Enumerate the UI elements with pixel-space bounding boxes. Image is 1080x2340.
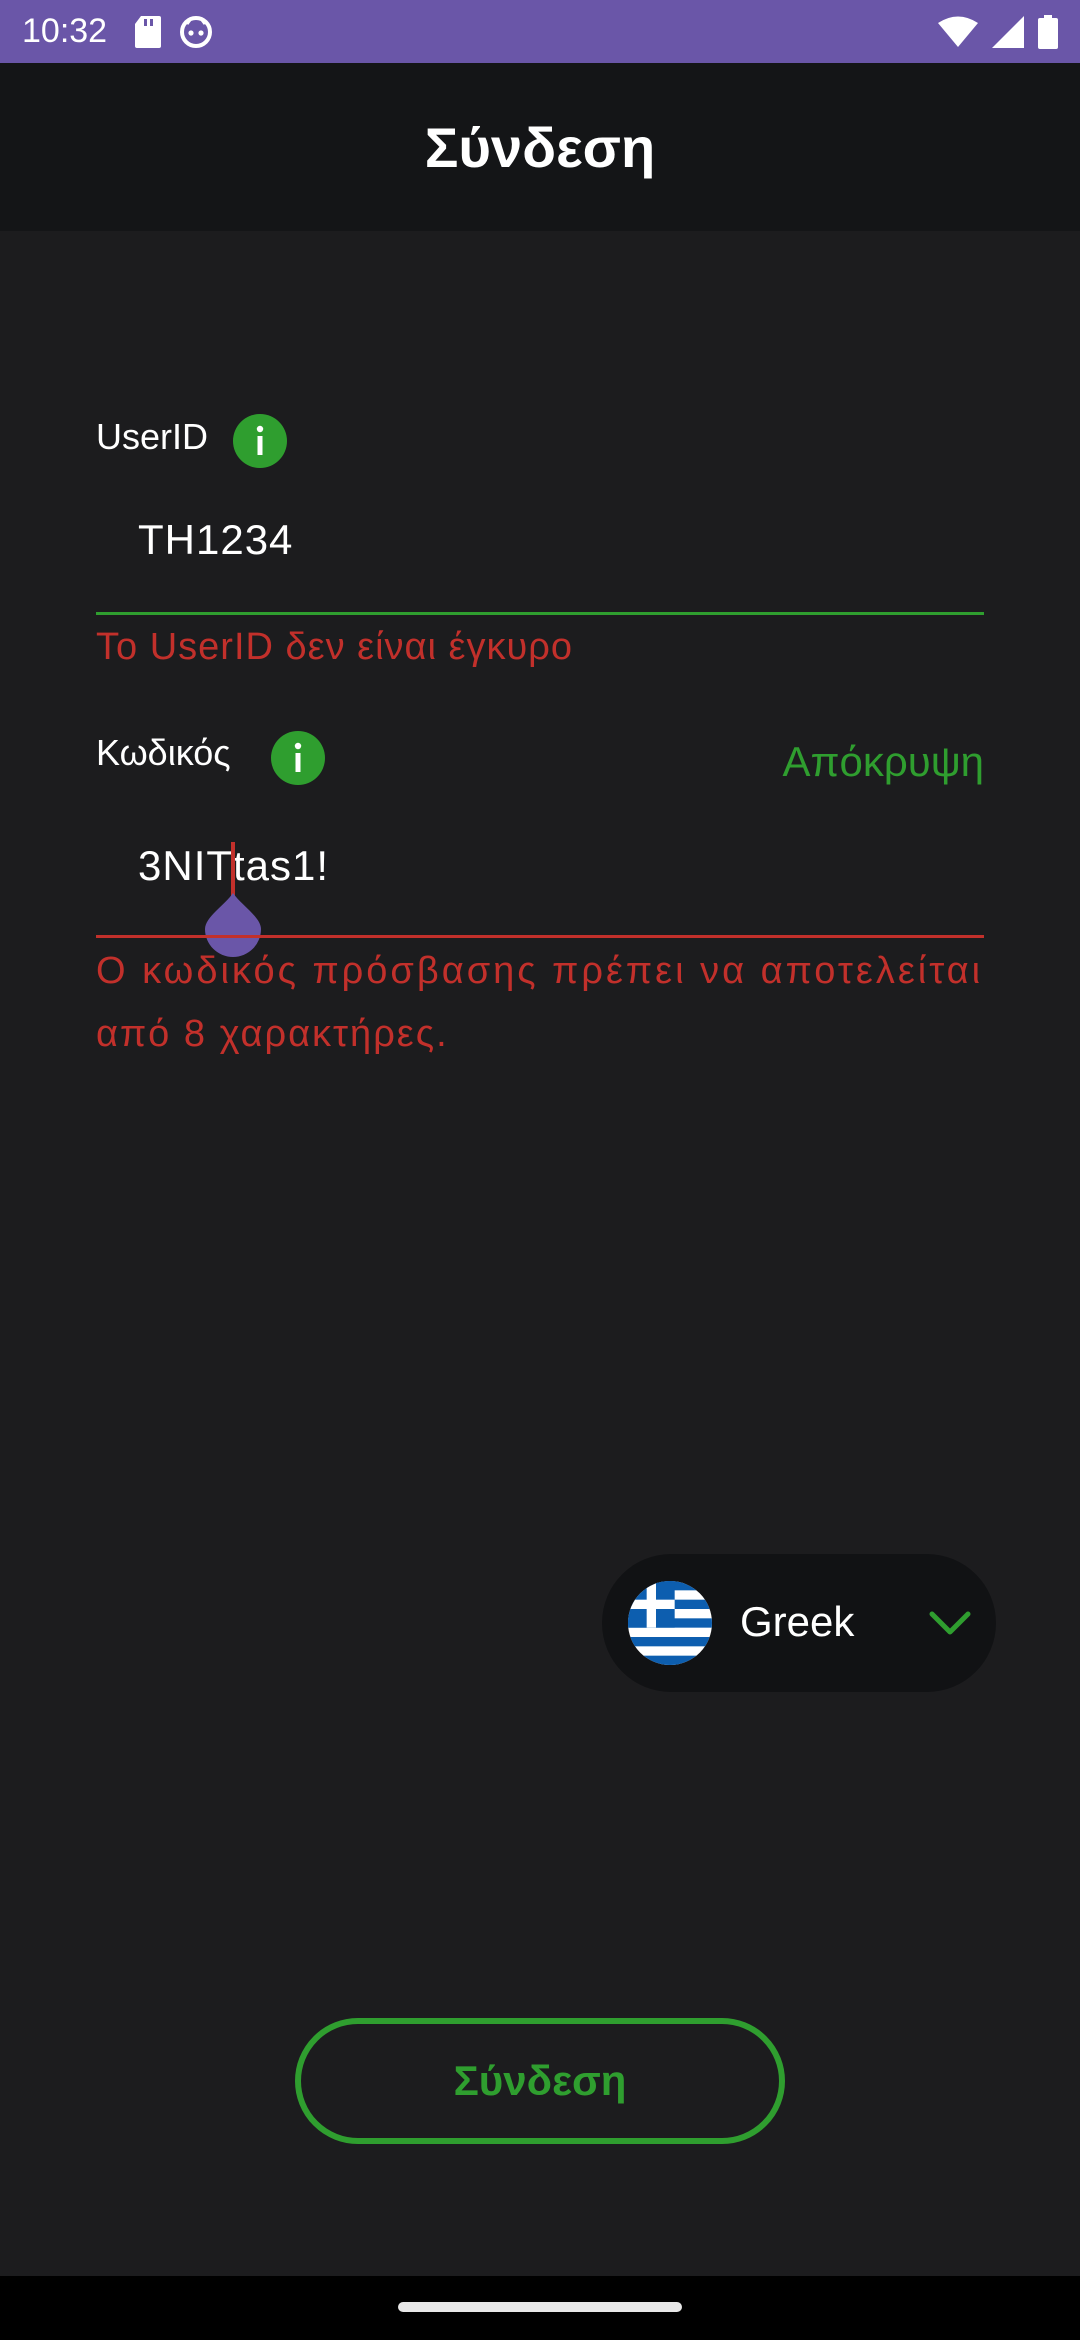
battery-icon <box>1038 14 1058 49</box>
userid-underline <box>96 612 984 615</box>
userid-label: UserID <box>96 416 209 457</box>
app-bar: Σύνδεση <box>0 63 1080 231</box>
login-button[interactable]: Σύνδεση <box>295 2018 785 2144</box>
language-label: Greek <box>740 1598 855 1645</box>
language-selector[interactable]: Greek <box>602 1554 996 1692</box>
cursor-handle-icon[interactable] <box>205 893 261 957</box>
page-title: Σύνδεση <box>424 115 656 179</box>
password-error-line-1: Ο κωδικός πρόσβασης πρέπει να αποτελείτα… <box>96 950 984 992</box>
android-debug-icon <box>180 15 213 48</box>
status-time: 10:32 <box>22 12 108 50</box>
wifi-icon <box>938 16 978 47</box>
sd-card-icon <box>135 15 162 48</box>
cell-signal-icon <box>992 15 1024 48</box>
password-label: Κωδικός <box>96 732 231 773</box>
status-bar: 10:32 <box>0 0 1080 63</box>
userid-info-icon[interactable] <box>233 414 287 468</box>
password-error-line-2: από 8 χαρακτήρες. <box>96 1013 449 1055</box>
hide-password-toggle[interactable]: Απόκρυψη <box>782 738 984 786</box>
status-system-icons <box>938 0 1058 63</box>
password-underline <box>96 935 984 938</box>
status-notification-icons <box>135 15 213 49</box>
home-gesture-handle[interactable] <box>398 2302 682 2312</box>
greek-flag-icon <box>628 1581 712 1665</box>
password-info-icon[interactable] <box>271 731 325 785</box>
userid-error: Το UserID δεν είναι έγκυρο <box>96 626 573 668</box>
chevron-down-icon <box>929 1611 971 1635</box>
userid-input[interactable]: TH1234 <box>138 516 293 564</box>
